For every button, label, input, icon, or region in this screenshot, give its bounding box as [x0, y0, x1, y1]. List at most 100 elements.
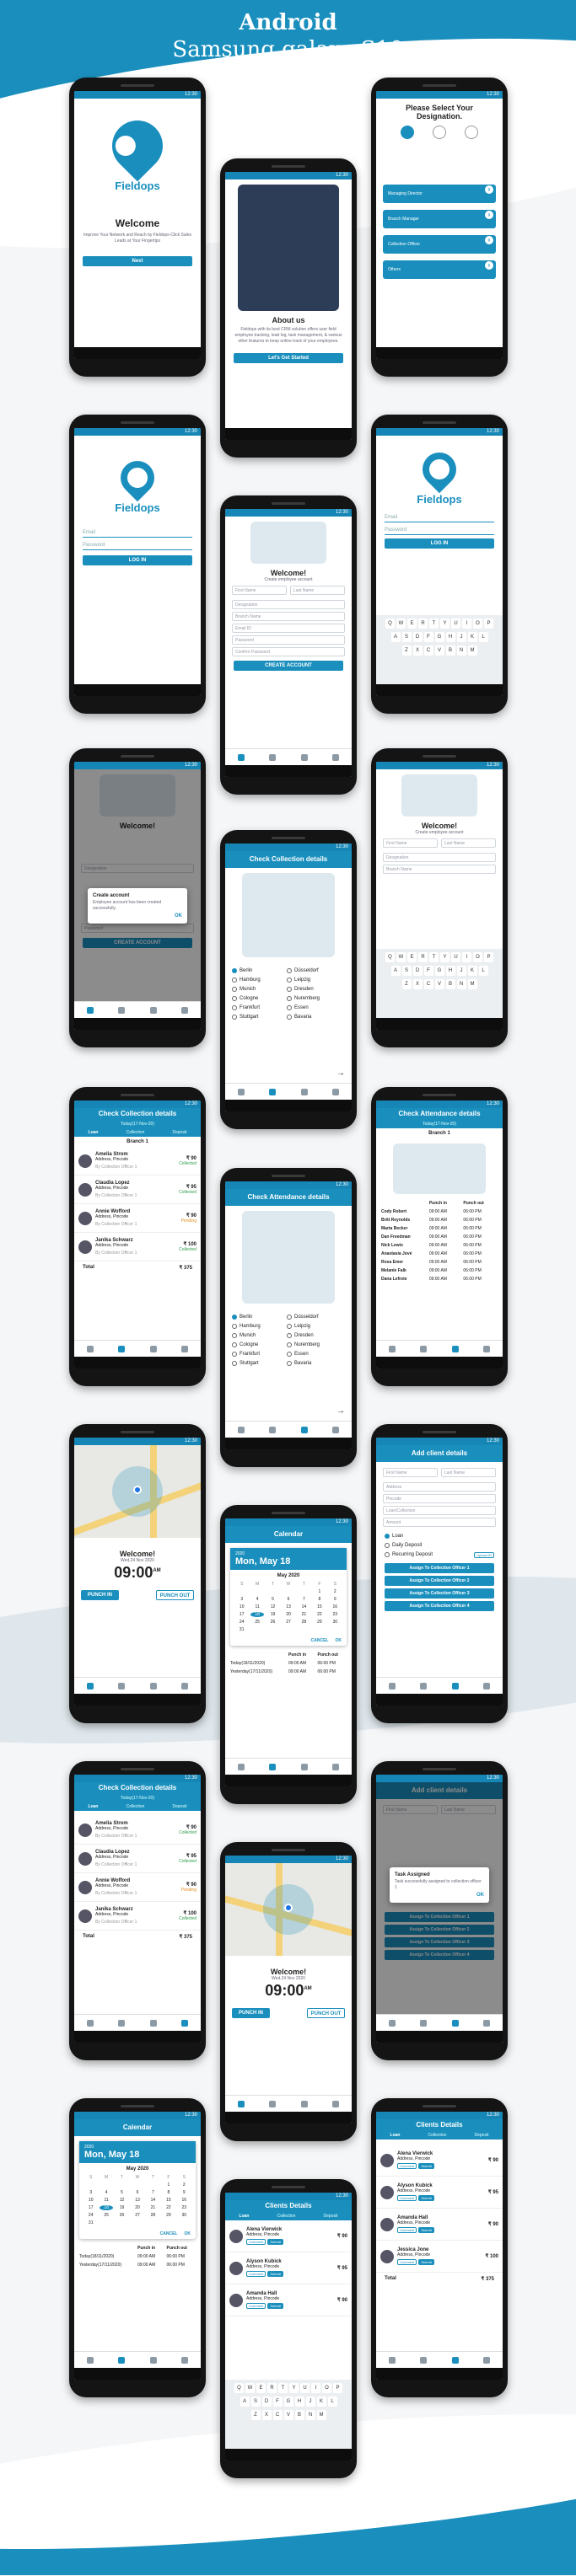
calendar-day[interactable]: 17 — [235, 1612, 248, 1617]
tab-loan[interactable]: Loan — [89, 1128, 99, 1137]
date-picker[interactable]: 2020 Mon, May 18 May 2020 SMTWTFS12345678… — [230, 1548, 347, 1646]
key[interactable]: J — [456, 966, 466, 976]
keyboard[interactable]: QWERTYUIOP ASDFGHJKL ZXCVBNM — [376, 949, 503, 1018]
calendar-day[interactable]: 21 — [147, 2205, 159, 2210]
calendar-day[interactable]: 9 — [178, 2190, 191, 2195]
users-icon[interactable] — [300, 1088, 308, 1095]
password-field[interactable]: Password — [232, 635, 345, 645]
next-arrow-icon[interactable]: → — [336, 1406, 345, 1416]
key[interactable]: S — [250, 2397, 261, 2407]
key[interactable]: D — [412, 632, 423, 642]
table-row[interactable]: Alyson Kubick Address, Pincode Comment Subm… — [376, 2177, 503, 2209]
home-icon[interactable] — [237, 753, 245, 761]
home-icon[interactable] — [86, 2019, 94, 2027]
table-row[interactable]: Annie Wofford Address, Pincode By Collecti… — [74, 1204, 201, 1233]
radio-city[interactable]: Hamburg — [232, 975, 287, 984]
key[interactable]: H — [445, 966, 455, 976]
radio-city[interactable]: Frankfurt — [232, 1003, 287, 1012]
home-icon[interactable] — [388, 1682, 396, 1690]
table-row[interactable]: Annie Wofford Address, Pincode By Collecti… — [74, 1873, 201, 1902]
calendar-day[interactable]: 18 — [100, 2205, 113, 2210]
key[interactable]: H — [294, 2397, 304, 2407]
radio-city[interactable]: Leipzig — [287, 1321, 342, 1331]
table-row[interactable]: Alena Vierwick Address, Pincode Comment Sub… — [376, 2145, 503, 2177]
assign-button[interactable]: Assign To Collection Officer 1 — [385, 1563, 494, 1573]
key[interactable]: P — [333, 2383, 342, 2393]
calendar-day[interactable]: 27 — [131, 2213, 143, 2218]
key[interactable]: M — [316, 2410, 326, 2420]
radio-city[interactable]: Munich — [232, 984, 287, 993]
key[interactable]: K — [467, 966, 477, 976]
calendar-day[interactable]: 12 — [116, 2198, 128, 2203]
key[interactable]: M — [467, 645, 477, 656]
calendar-day[interactable]: 24 — [84, 2213, 97, 2218]
next-arrow-icon[interactable]: → — [336, 1068, 345, 1078]
calendar-day[interactable]: 22 — [162, 2205, 175, 2210]
radio-city[interactable]: Stuttgart — [232, 1358, 287, 1368]
key[interactable]: B — [445, 979, 455, 989]
calendar-day[interactable]: 20 — [131, 2205, 143, 2210]
calendar-day[interactable]: 12 — [266, 1604, 279, 1609]
check-circle-icon[interactable] — [401, 126, 414, 139]
key[interactable]: V — [434, 979, 444, 989]
radio-city[interactable]: Berlin — [232, 966, 287, 975]
table-row[interactable]: Amanda Hall Address, Pincode Comment Submit… — [225, 2284, 352, 2316]
collection-icon[interactable] — [181, 2019, 189, 2027]
submit-button[interactable]: Submit — [418, 2163, 434, 2169]
calendar-day[interactable]: 8 — [162, 2190, 175, 2195]
calendar-day[interactable]: 13 — [282, 1604, 294, 1609]
submit-button[interactable]: Submit — [267, 2271, 283, 2277]
profile-icon[interactable] — [332, 1426, 340, 1433]
key[interactable]: L — [327, 2397, 337, 2407]
key[interactable]: Z — [401, 979, 412, 989]
calendar-day[interactable]: 11 — [100, 2198, 112, 2203]
loan-field[interactable]: Loan/Collection — [383, 1506, 496, 1515]
punch-in-button[interactable]: PUNCH IN — [81, 1590, 119, 1600]
radio-city[interactable]: Berlin — [232, 1312, 287, 1321]
login-button[interactable]: LOG IN — [385, 538, 494, 549]
key[interactable]: B — [445, 645, 455, 656]
calendar-day[interactable]: 8 — [313, 1597, 326, 1602]
calendar-day[interactable]: 5 — [266, 1597, 279, 1602]
calendar-day[interactable]: 26 — [116, 2213, 128, 2218]
comment-button[interactable]: Comment — [246, 2271, 266, 2277]
calendar-day[interactable]: 28 — [147, 2213, 159, 2218]
tab-deposit[interactable]: Deposit — [324, 2212, 338, 2220]
calendar-day[interactable]: 30 — [329, 1620, 342, 1625]
key[interactable]: G — [434, 632, 444, 642]
home-icon[interactable] — [237, 1426, 245, 1433]
calendar-icon[interactable] — [118, 1006, 126, 1014]
calendar-day[interactable]: 1 — [162, 2182, 175, 2188]
calendar-day[interactable]: 4 — [100, 2190, 112, 2195]
comment-button[interactable]: Comment — [246, 2303, 266, 2309]
home-icon[interactable] — [237, 1088, 245, 1095]
last-name-field[interactable]: Last Name — [441, 1468, 496, 1477]
collection-icon[interactable] — [269, 1088, 277, 1095]
designation-option[interactable]: Others — [383, 260, 496, 279]
calendar-day[interactable]: 14 — [147, 2198, 159, 2203]
users-icon[interactable] — [300, 2100, 308, 2107]
key[interactable]: F — [272, 2397, 283, 2407]
home-icon[interactable] — [86, 1006, 94, 1014]
login-button[interactable]: LOG IN — [83, 555, 192, 565]
calendar-day[interactable]: 3 — [235, 1597, 248, 1602]
calendar-day[interactable]: 7 — [147, 2190, 159, 2195]
comment-button[interactable]: Comment — [397, 2227, 417, 2233]
radio-city[interactable]: Düsseldorf — [287, 966, 342, 975]
profile-icon[interactable] — [483, 1682, 491, 1690]
profile-icon[interactable] — [483, 2019, 491, 2027]
branch-field[interactable]: Branch Name — [383, 865, 496, 874]
assign-button[interactable]: Assign To Collection Officer 2 — [385, 1576, 494, 1586]
date-picker[interactable]: 2020 Mon, May 18 May 2020 SMTWTFS12345678… — [79, 2141, 196, 2239]
collection-icon[interactable] — [420, 1345, 428, 1352]
key[interactable]: R — [418, 952, 428, 962]
key[interactable]: L — [478, 632, 488, 642]
home-icon[interactable] — [388, 1345, 396, 1352]
radio-city[interactable]: Düsseldorf — [287, 1312, 342, 1321]
users-icon[interactable] — [451, 1345, 459, 1352]
radio-city[interactable]: Cologne — [232, 1340, 287, 1349]
key[interactable]: S — [401, 632, 412, 642]
key[interactable]: N — [305, 2410, 315, 2420]
calendar-day[interactable]: 5 — [116, 2190, 128, 2195]
tab-collection[interactable]: Collection — [127, 1128, 145, 1137]
